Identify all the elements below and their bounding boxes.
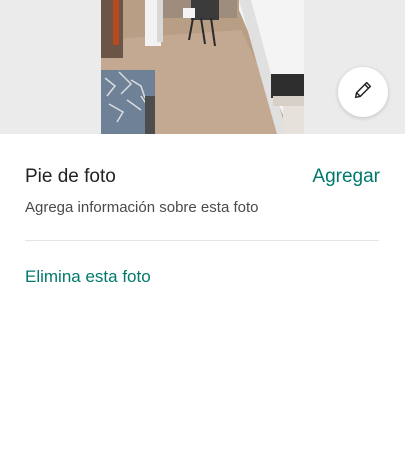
pencil-icon bbox=[352, 79, 374, 106]
divider bbox=[25, 240, 379, 241]
room-photo-image bbox=[101, 0, 304, 134]
add-caption-button[interactable]: Agregar bbox=[312, 166, 380, 188]
caption-title: Pie de foto bbox=[25, 166, 116, 187]
room-photo bbox=[101, 0, 304, 134]
photo-preview-area bbox=[0, 0, 405, 134]
caption-description: Agrega información sobre esta foto bbox=[25, 199, 259, 216]
edit-photo-button[interactable] bbox=[338, 67, 388, 117]
delete-photo-button[interactable]: Elimina esta foto bbox=[25, 267, 151, 287]
